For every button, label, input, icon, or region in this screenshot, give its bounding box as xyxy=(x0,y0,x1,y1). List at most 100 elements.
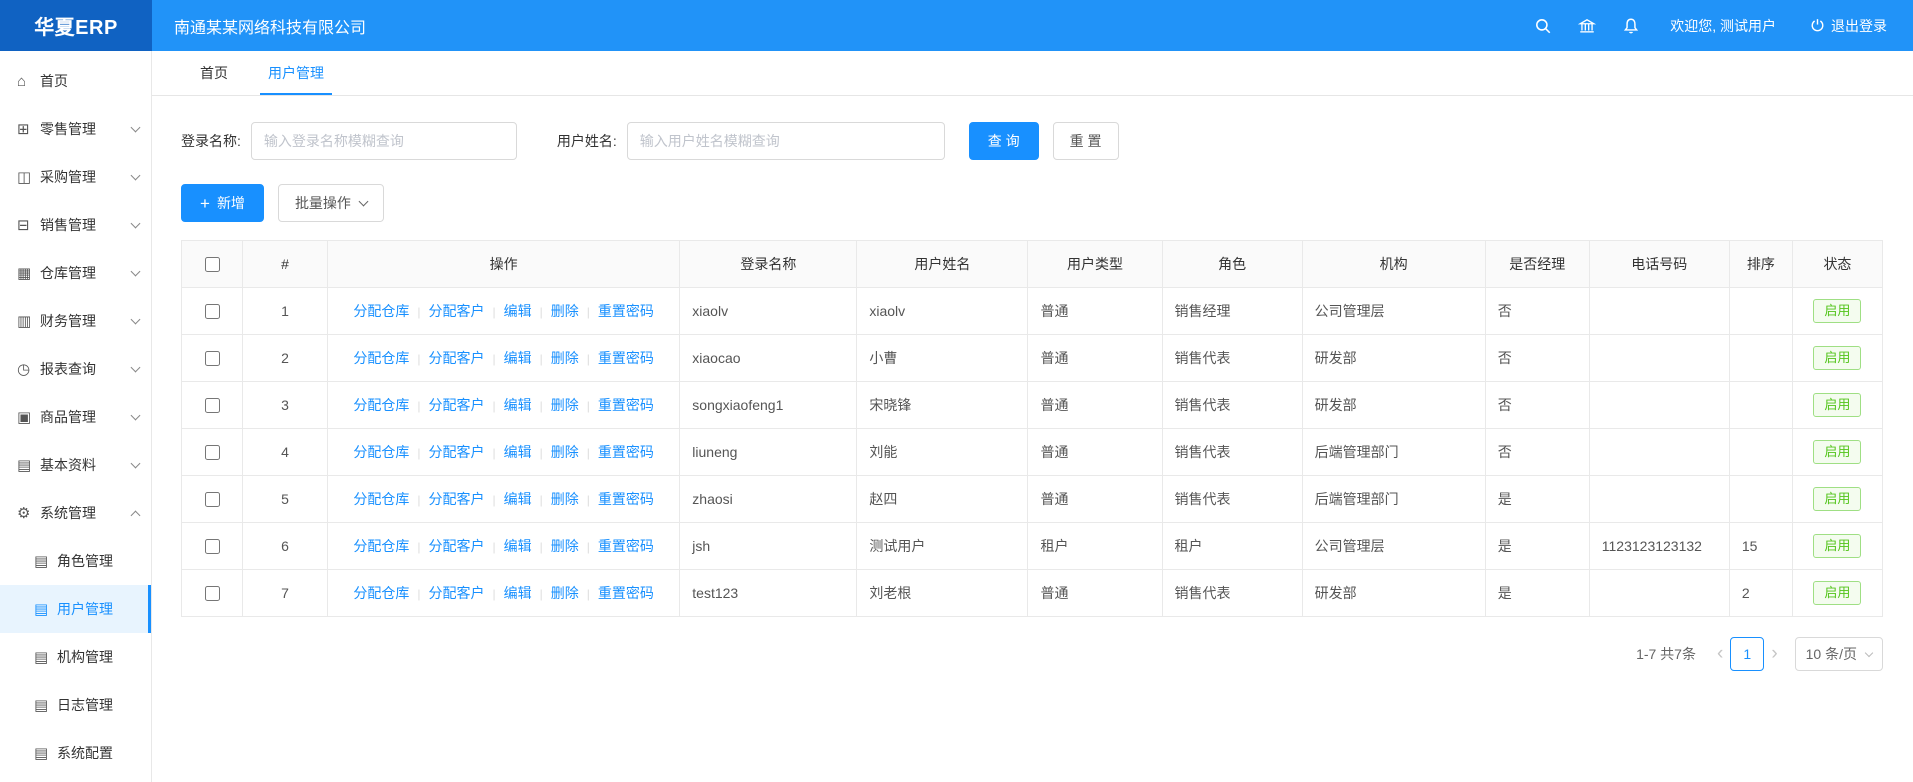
status-badge: 启用 xyxy=(1813,534,1861,558)
goods-icon: ▣ xyxy=(17,408,40,426)
bell-icon[interactable] xyxy=(1622,17,1640,35)
sidebar-item-role-management[interactable]: ▤角色管理 xyxy=(0,537,151,585)
assign-customer-link[interactable]: 分配客户 xyxy=(429,491,485,507)
assign-warehouse-link[interactable]: 分配仓库 xyxy=(353,444,409,460)
app-logo[interactable]: 华夏ERP xyxy=(0,0,152,51)
sidebar-item-report[interactable]: ◷报表查询 xyxy=(0,345,151,393)
sidebar-item-user-management[interactable]: ▤用户管理 xyxy=(0,585,151,633)
sidebar-item-system-config[interactable]: ▤系统配置 xyxy=(0,729,151,777)
cell-name: 刘老根 xyxy=(857,570,1028,617)
sidebar-item-log-management[interactable]: ▤日志管理 xyxy=(0,681,151,729)
tab-user-management[interactable]: 用户管理 xyxy=(248,51,344,95)
row-checkbox[interactable] xyxy=(205,398,220,413)
row-checkbox[interactable] xyxy=(205,304,220,319)
edit-link[interactable]: 编辑 xyxy=(504,538,532,554)
edit-link[interactable]: 编辑 xyxy=(504,350,532,366)
login-name-input[interactable] xyxy=(251,122,517,160)
doc-icon: ▤ xyxy=(34,552,57,570)
assign-warehouse-link[interactable]: 分配仓库 xyxy=(353,538,409,554)
select-all-checkbox[interactable] xyxy=(205,257,220,272)
assign-warehouse-link[interactable]: 分配仓库 xyxy=(353,397,409,413)
sidebar-item-warehouse[interactable]: ▦仓库管理 xyxy=(0,249,151,297)
column-header: # xyxy=(243,241,328,288)
edit-link[interactable]: 编辑 xyxy=(504,303,532,319)
current-page-button[interactable]: 1 xyxy=(1730,637,1764,671)
reset-password-link[interactable]: 重置密码 xyxy=(598,491,654,507)
assign-warehouse-link[interactable]: 分配仓库 xyxy=(353,303,409,319)
delete-link[interactable]: 删除 xyxy=(551,350,579,366)
edit-link[interactable]: 编辑 xyxy=(504,397,532,413)
reset-password-link[interactable]: 重置密码 xyxy=(598,444,654,460)
op-separator: | xyxy=(587,446,590,460)
prev-page-button[interactable]: ‹ xyxy=(1717,643,1723,665)
cell-sort: 2 xyxy=(1729,570,1792,617)
row-checkbox[interactable] xyxy=(205,586,220,601)
assign-warehouse-link[interactable]: 分配仓库 xyxy=(353,491,409,507)
delete-link[interactable]: 删除 xyxy=(551,538,579,554)
sidebar-item-goods[interactable]: ▣商品管理 xyxy=(0,393,151,441)
sidebar-item-system[interactable]: ⚙系统管理 xyxy=(0,489,151,537)
chevron-down-icon xyxy=(131,267,141,277)
row-checkbox[interactable] xyxy=(205,539,220,554)
delete-link[interactable]: 删除 xyxy=(551,585,579,601)
tab-bar: 首页用户管理 xyxy=(152,51,1913,96)
sidebar-item-org-management[interactable]: ▤机构管理 xyxy=(0,633,151,681)
sidebar-item-basic[interactable]: ▤基本资料 xyxy=(0,441,151,489)
logout-button[interactable]: 退出登录 xyxy=(1810,16,1887,36)
page-size-select[interactable]: 10 条/页 xyxy=(1795,637,1883,671)
reset-password-link[interactable]: 重置密码 xyxy=(598,585,654,601)
reset-button[interactable]: 重 置 xyxy=(1053,122,1119,160)
search-button[interactable]: 查 询 xyxy=(969,122,1039,160)
search-icon[interactable] xyxy=(1534,17,1552,35)
row-actions: 分配仓库|分配客户|编辑|删除|重置密码 xyxy=(328,476,680,523)
edit-link[interactable]: 编辑 xyxy=(504,491,532,507)
add-button[interactable]: + 新增 xyxy=(181,184,264,222)
company-name: 南通某某网络科技有限公司 xyxy=(174,14,366,38)
sidebar: ⌂首页⊞零售管理◫采购管理⊟销售管理▦仓库管理▥财务管理◷报表查询▣商品管理▤基… xyxy=(0,51,152,782)
op-separator: | xyxy=(587,587,590,601)
delete-link[interactable]: 删除 xyxy=(551,303,579,319)
column-header: 状态 xyxy=(1792,241,1882,288)
reset-password-link[interactable]: 重置密码 xyxy=(598,397,654,413)
assign-customer-link[interactable]: 分配客户 xyxy=(429,397,485,413)
cell-role: 销售代表 xyxy=(1162,570,1302,617)
row-checkbox[interactable] xyxy=(205,492,220,507)
row-checkbox[interactable] xyxy=(205,445,220,460)
tab-home[interactable]: 首页 xyxy=(180,51,248,95)
reset-password-link[interactable]: 重置密码 xyxy=(598,538,654,554)
assign-warehouse-link[interactable]: 分配仓库 xyxy=(353,585,409,601)
user-name-input[interactable] xyxy=(627,122,945,160)
assign-customer-link[interactable]: 分配客户 xyxy=(429,350,485,366)
edit-link[interactable]: 编辑 xyxy=(504,444,532,460)
chevron-down-icon xyxy=(131,171,141,181)
batch-actions-button[interactable]: 批量操作 xyxy=(278,184,384,222)
assign-warehouse-link[interactable]: 分配仓库 xyxy=(353,350,409,366)
reset-password-link[interactable]: 重置密码 xyxy=(598,303,654,319)
sidebar-item-label: 报表查询 xyxy=(40,359,96,379)
reset-password-link[interactable]: 重置密码 xyxy=(598,350,654,366)
sidebar-item-label: 机构管理 xyxy=(57,647,113,667)
sidebar-item-purchase[interactable]: ◫采购管理 xyxy=(0,153,151,201)
cell-login: zhaosi xyxy=(680,476,857,523)
cell-role: 销售代表 xyxy=(1162,429,1302,476)
sidebar-item-retail[interactable]: ⊞零售管理 xyxy=(0,105,151,153)
assign-customer-link[interactable]: 分配客户 xyxy=(429,303,485,319)
cell-status: 启用 xyxy=(1792,429,1882,476)
assign-customer-link[interactable]: 分配客户 xyxy=(429,585,485,601)
assign-customer-link[interactable]: 分配客户 xyxy=(429,444,485,460)
next-page-button[interactable]: › xyxy=(1771,643,1777,665)
bank-icon[interactable] xyxy=(1578,17,1596,35)
chevron-down-icon xyxy=(131,315,141,325)
sidebar-item-sale[interactable]: ⊟销售管理 xyxy=(0,201,151,249)
row-checkbox[interactable] xyxy=(205,351,220,366)
sidebar-item-finance[interactable]: ▥财务管理 xyxy=(0,297,151,345)
cell-sort xyxy=(1729,335,1792,382)
delete-link[interactable]: 删除 xyxy=(551,397,579,413)
op-separator: | xyxy=(587,305,590,319)
edit-link[interactable]: 编辑 xyxy=(504,585,532,601)
assign-customer-link[interactable]: 分配客户 xyxy=(429,538,485,554)
delete-link[interactable]: 删除 xyxy=(551,444,579,460)
cell-role: 销售经理 xyxy=(1162,288,1302,335)
delete-link[interactable]: 删除 xyxy=(551,491,579,507)
sidebar-item-home[interactable]: ⌂首页 xyxy=(0,57,151,105)
